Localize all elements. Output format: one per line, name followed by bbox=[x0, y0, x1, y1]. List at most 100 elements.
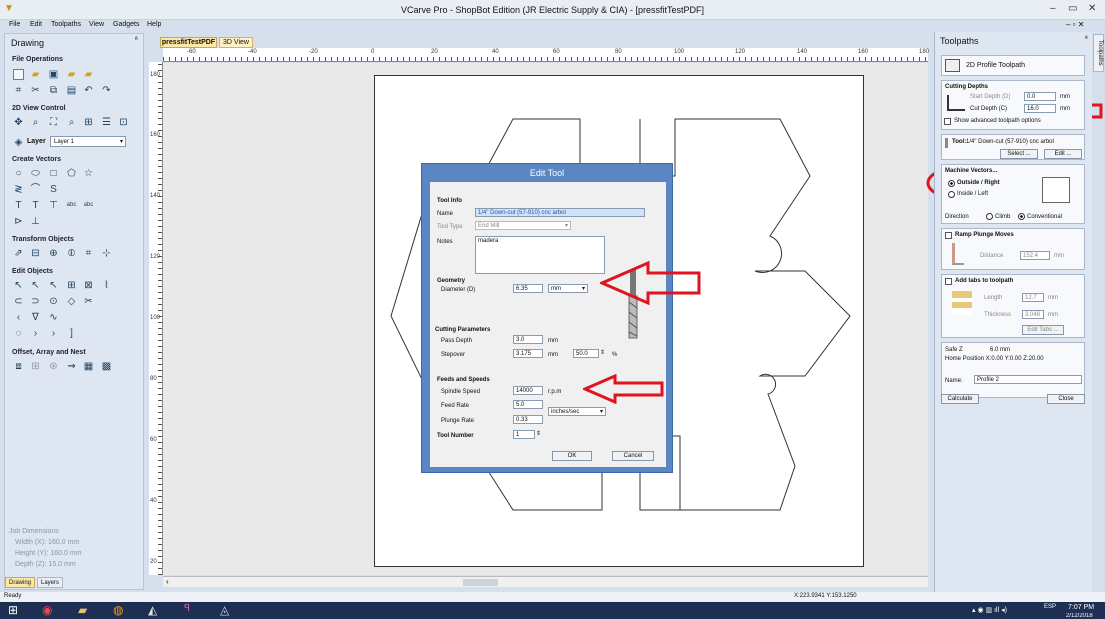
node-edit-icon[interactable]: ↖ bbox=[30, 280, 41, 291]
offset-icon[interactable]: ⧈ bbox=[13, 361, 24, 372]
move-icon[interactable]: ⇗ bbox=[13, 248, 24, 259]
scroll-thumb[interactable] bbox=[463, 579, 498, 586]
bracket-icon[interactable]: ] bbox=[66, 328, 77, 339]
polyline-icon[interactable]: ≷ bbox=[13, 184, 24, 195]
file-explorer-icon[interactable]: ▰ bbox=[78, 603, 87, 617]
arc-icon[interactable]: ⌒ bbox=[30, 184, 41, 195]
transform-mode-icon[interactable]: ↖ bbox=[48, 280, 59, 291]
horizontal-scrollbar[interactable]: ‹ bbox=[163, 576, 928, 587]
spindle-speed-input[interactable]: 14000 bbox=[513, 386, 543, 395]
grid-icon[interactable]: ☰ bbox=[101, 117, 112, 128]
tool-name-input[interactable]: 1/4" Down-cut (57-910) cnc arbol bbox=[475, 208, 645, 217]
close-icon[interactable]: ✕ bbox=[1088, 3, 1096, 14]
extend-icon[interactable]: ‹ bbox=[13, 312, 24, 323]
zoom-out-icon[interactable]: ⌕ bbox=[66, 117, 77, 128]
pan-icon[interactable]: ✥ bbox=[13, 117, 24, 128]
text-block-icon[interactable]: abc bbox=[83, 200, 94, 211]
tabs-checkbox[interactable] bbox=[945, 278, 952, 285]
close-button[interactable]: Close bbox=[1047, 394, 1085, 404]
copy-along-icon[interactable]: ⇝ bbox=[66, 361, 77, 372]
offset-right-icon[interactable]: › bbox=[48, 328, 59, 339]
chrome-icon[interactable]: ◉ bbox=[42, 603, 52, 617]
import-icon[interactable]: ▰ bbox=[66, 69, 77, 80]
align-icon[interactable]: ⊟ bbox=[30, 248, 41, 259]
ungroup-icon[interactable]: ⊠ bbox=[83, 280, 94, 291]
intersect-icon[interactable]: ⊙ bbox=[48, 296, 59, 307]
conventional-radio[interactable] bbox=[1018, 213, 1025, 220]
chamfer-icon[interactable]: ∇ bbox=[30, 312, 41, 323]
text-columns-icon[interactable]: abc bbox=[66, 200, 77, 211]
tab-document[interactable]: pressfitTestPDF bbox=[160, 37, 217, 48]
redo-icon[interactable]: ↷ bbox=[101, 85, 112, 96]
array-icon[interactable]: ▦ bbox=[83, 361, 94, 372]
zoom-icon[interactable]: ⌕ bbox=[30, 117, 41, 128]
new-file-icon[interactable] bbox=[13, 69, 24, 80]
dimension-icon[interactable]: ⊳ bbox=[13, 216, 24, 227]
group-icon[interactable]: ⊞ bbox=[66, 280, 77, 291]
ellipse-icon[interactable]: ⬭ bbox=[30, 168, 41, 179]
distance-input[interactable]: 152.4 bbox=[1020, 251, 1050, 260]
ramp-checkbox[interactable] bbox=[945, 232, 952, 239]
circular-copy-icon[interactable]: ⊛ bbox=[48, 361, 59, 372]
select-icon[interactable]: ↖ bbox=[13, 280, 24, 291]
nest-icon[interactable]: ▩ bbox=[101, 361, 112, 372]
curve-icon[interactable]: S bbox=[48, 184, 59, 195]
select-tool-button[interactable]: Select ... bbox=[1000, 149, 1038, 159]
view-toggle-icon[interactable]: ⊡ bbox=[118, 117, 129, 128]
menu-toolpaths[interactable]: Toolpaths bbox=[51, 21, 81, 28]
polygon-icon[interactable]: ⬠ bbox=[66, 168, 77, 179]
tool-number-input[interactable]: 1 bbox=[513, 430, 535, 439]
scroll-left-icon[interactable]: ‹ bbox=[166, 577, 169, 586]
mirror-icon[interactable]: ⦶ bbox=[66, 248, 77, 259]
rotate-icon[interactable]: ⊕ bbox=[48, 248, 59, 259]
open-folder-icon[interactable]: ▰ bbox=[30, 69, 41, 80]
stepover-input[interactable]: 3.175 bbox=[513, 349, 543, 358]
climb-radio[interactable] bbox=[986, 213, 993, 220]
undo-icon[interactable]: ↶ bbox=[83, 85, 94, 96]
diameter-input[interactable]: 6.35 bbox=[513, 284, 543, 293]
zoom-all-icon[interactable]: ⊞ bbox=[83, 117, 94, 128]
doc-minimize-icon[interactable]: – ▫ ✕ bbox=[1066, 20, 1084, 29]
paste-icon[interactable]: ▤ bbox=[66, 85, 77, 96]
join-icon[interactable]: ⌇ bbox=[101, 280, 112, 291]
trim-icon[interactable]: ✂ bbox=[83, 296, 94, 307]
layer-select[interactable]: Layer 1 ▾ bbox=[50, 136, 126, 147]
windows-start-icon[interactable]: ⊞ bbox=[8, 603, 18, 617]
pin-icon[interactable]: ª bbox=[1085, 36, 1088, 43]
rectangle-icon[interactable]: □ bbox=[48, 168, 59, 179]
stepover-percent-input[interactable]: 50.0 bbox=[573, 349, 599, 358]
pass-depth-input[interactable]: 3.0 bbox=[513, 335, 543, 344]
auto-layout-text-icon[interactable]: ⊤ bbox=[48, 200, 59, 211]
diameter-unit-select[interactable]: mm ▾ bbox=[548, 284, 588, 293]
rate-unit-select[interactable]: inches/sec ▾ bbox=[548, 407, 606, 416]
thickness-input[interactable]: 3.048 bbox=[1022, 310, 1044, 319]
feed-rate-input[interactable]: 5.0 bbox=[513, 400, 543, 409]
inside-radio[interactable] bbox=[948, 191, 955, 198]
start-depth-input[interactable]: 0.0 bbox=[1024, 92, 1056, 101]
pin-icon[interactable]: ª bbox=[135, 37, 138, 44]
offset-left-icon[interactable]: › bbox=[30, 328, 41, 339]
menu-file[interactable]: File bbox=[9, 21, 20, 28]
import-bitmap-icon[interactable]: ▰ bbox=[83, 69, 94, 80]
save-icon[interactable]: ▣ bbox=[48, 69, 59, 80]
cut-depth-input[interactable]: 16.0 bbox=[1024, 104, 1056, 113]
restore-icon[interactable]: ▭ bbox=[1068, 3, 1077, 14]
notes-textarea[interactable]: madera bbox=[475, 236, 605, 274]
scale-icon[interactable]: ⌗ bbox=[83, 248, 94, 259]
clock-time[interactable]: 7:07 PM bbox=[1068, 604, 1094, 611]
vcarve-icon[interactable]: ◬ bbox=[220, 603, 229, 617]
distort-icon[interactable]: ⊹ bbox=[101, 248, 112, 259]
edit-tool-button[interactable]: Edit ... bbox=[1044, 149, 1082, 159]
copy-icon[interactable]: ⧉ bbox=[48, 85, 59, 96]
advanced-checkbox[interactable] bbox=[944, 118, 951, 125]
star-icon[interactable]: ☆ bbox=[83, 168, 94, 179]
calculate-button[interactable]: Calculate bbox=[941, 394, 979, 404]
clock-date[interactable]: 2/12/2018 bbox=[1066, 613, 1093, 619]
menu-gadgets[interactable]: Gadgets bbox=[113, 21, 139, 28]
circle-icon[interactable]: ○ bbox=[13, 168, 24, 179]
plunge-rate-input[interactable]: 0.33 bbox=[513, 415, 543, 424]
stepper-icon[interactable]: ⇕ bbox=[536, 430, 541, 437]
job-setup-icon[interactable]: ⌗ bbox=[13, 85, 24, 96]
measure-icon[interactable]: ⊥ bbox=[30, 216, 41, 227]
tab-layers[interactable]: Layers bbox=[37, 577, 63, 588]
